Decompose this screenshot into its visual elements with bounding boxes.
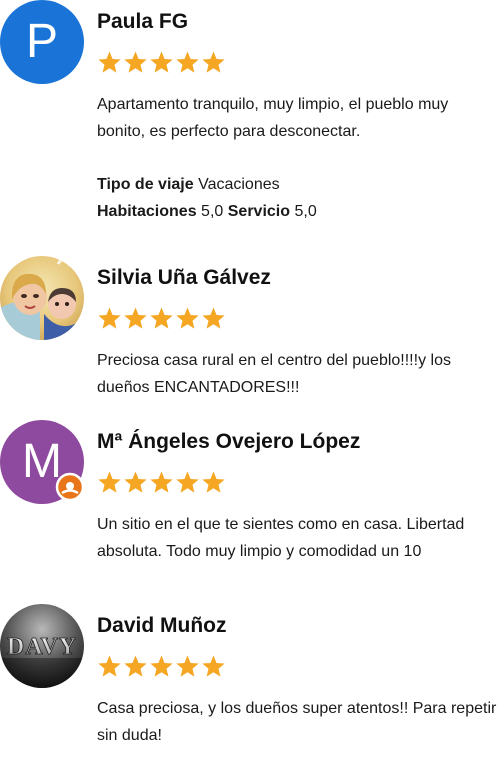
reviewer-name[interactable]: Paula FG bbox=[97, 10, 188, 34]
rooms-label: Habitaciones bbox=[97, 203, 197, 220]
service-label: Servicio bbox=[227, 203, 291, 220]
avatar[interactable]: M bbox=[0, 420, 85, 504]
star-icon bbox=[97, 470, 122, 496]
star-icon bbox=[123, 470, 148, 496]
review-text: Un sitio en el que te sientes como en ca… bbox=[97, 516, 465, 560]
star-rating bbox=[97, 306, 226, 332]
star-icon bbox=[149, 654, 174, 680]
star-rating bbox=[97, 50, 226, 76]
trip-type-value: Vacaciones bbox=[198, 176, 280, 193]
star-icon bbox=[201, 50, 226, 76]
star-icon bbox=[123, 50, 148, 76]
star-rating bbox=[97, 654, 226, 680]
avatar[interactable]: DAVY bbox=[0, 604, 84, 688]
star-icon bbox=[201, 654, 226, 680]
avatar[interactable] bbox=[0, 256, 84, 340]
reviewer-name[interactable]: Mª Ángeles Ovejero López bbox=[97, 430, 360, 454]
star-icon bbox=[175, 654, 200, 680]
star-icon bbox=[201, 306, 226, 332]
star-icon bbox=[149, 306, 174, 332]
star-icon bbox=[123, 654, 148, 680]
review-text: Apartamento tranquilo, muy limpio, el pu… bbox=[97, 96, 449, 140]
avatar-letter: P bbox=[25, 15, 58, 68]
svg-text:DAVY: DAVY bbox=[7, 634, 77, 660]
star-icon bbox=[123, 306, 148, 332]
service-value: 5,0 bbox=[294, 203, 317, 220]
avatar[interactable]: P bbox=[0, 0, 84, 84]
star-icon bbox=[201, 470, 226, 496]
star-rating bbox=[97, 470, 226, 496]
trip-type-label: Tipo de viaje bbox=[97, 176, 194, 193]
star-icon bbox=[175, 470, 200, 496]
rooms-value: 5,0 bbox=[201, 203, 224, 220]
local-guide-badge-icon bbox=[55, 472, 85, 502]
reviewer-name[interactable]: David Muñoz bbox=[97, 614, 227, 638]
star-icon bbox=[175, 50, 200, 76]
star-icon bbox=[175, 306, 200, 332]
star-icon bbox=[97, 50, 122, 76]
star-icon bbox=[149, 50, 174, 76]
reviewer-name[interactable]: Silvia Uña Gálvez bbox=[97, 266, 271, 290]
avatar-logo: DAVY bbox=[0, 604, 84, 688]
review-text: Casa preciosa, y los dueños super atento… bbox=[97, 700, 497, 744]
avatar-photo bbox=[0, 256, 84, 340]
star-icon bbox=[149, 470, 174, 496]
review-text: Preciosa casa rural en el centro del pue… bbox=[97, 352, 451, 396]
star-icon bbox=[97, 654, 122, 680]
star-icon bbox=[97, 306, 122, 332]
review-details: Tipo de viaje Vacaciones Habitaciones 5,… bbox=[97, 171, 497, 225]
